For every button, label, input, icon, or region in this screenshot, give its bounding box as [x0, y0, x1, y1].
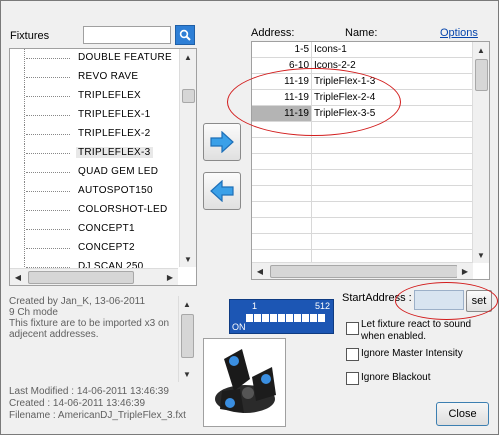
table-row-empty[interactable] — [252, 218, 472, 234]
sound-react-checkbox[interactable] — [346, 322, 359, 335]
ignore-master-intensity-label: Ignore Master Intensity — [361, 348, 463, 359]
scroll-right-icon[interactable]: ▶ — [457, 263, 473, 279]
tree-item[interactable]: CONCEPT1 — [10, 220, 178, 239]
address-header: Address: — [251, 27, 295, 39]
tree-item[interactable]: TRIPLEFLEX-2 — [10, 125, 178, 144]
search-icon — [179, 29, 191, 41]
scroll-thumb[interactable] — [181, 314, 194, 358]
table-horizontal-scrollbar[interactable]: ◀ ▶ — [252, 262, 473, 279]
scroll-down-icon[interactable]: ▼ — [180, 251, 196, 267]
scroll-thumb[interactable] — [28, 271, 134, 284]
sound-react-label: Let fixture react to sound when enabled. — [361, 319, 472, 342]
search-input[interactable] — [83, 26, 171, 44]
tree-horizontal-scrollbar[interactable]: ◀ ▶ — [10, 268, 178, 285]
tree-item[interactable]: QUAD GEM LED — [10, 163, 178, 182]
dmx-channel-indicator: 1 512 ON — [229, 299, 334, 334]
fixture-dialog: Fixtures DOUBLE FEATURE REVO RAVE TRIPLE… — [0, 0, 499, 435]
table-row-empty[interactable] — [252, 170, 472, 186]
last-modified: Last Modified : 14-06-2011 13:46:39 — [9, 386, 169, 397]
tree-item[interactable]: COLORSHOT-LED — [10, 201, 178, 220]
ignore-blackout-checkbox[interactable] — [346, 372, 359, 385]
tree-item-selected[interactable]: TRIPLEFLEX-3 — [10, 144, 178, 163]
fixture-description: Created by Jan_K, 13-06-2011 9 Ch mode T… — [9, 296, 195, 382]
table-row[interactable]: 1-5 Icons-1 — [252, 42, 472, 58]
scroll-thumb[interactable] — [270, 265, 458, 278]
table-row-empty[interactable] — [252, 138, 472, 154]
arrow-left-icon — [210, 180, 234, 202]
options-link[interactable]: Options — [440, 27, 478, 39]
scroll-thumb[interactable] — [182, 89, 195, 103]
tree-item[interactable]: REVO RAVE — [10, 68, 178, 87]
fixtures-label: Fixtures — [10, 30, 50, 42]
scroll-up-icon[interactable]: ▲ — [473, 42, 489, 58]
ignore-blackout-label: Ignore Blackout — [361, 372, 431, 383]
tree-item[interactable]: TRIPLEFLEX — [10, 87, 178, 106]
scroll-up-icon[interactable]: ▲ — [180, 49, 196, 65]
table-row-empty[interactable] — [252, 234, 472, 250]
scroll-down-icon[interactable]: ▼ — [473, 247, 489, 263]
dmx-dip-switches — [246, 314, 326, 322]
description-scrollbar[interactable]: ▲ ▼ — [178, 296, 195, 382]
filename: Filename : AmericanDJ_TripleFlex_3.fxt — [9, 410, 186, 421]
tree-item[interactable]: CONCEPT2 — [10, 239, 178, 258]
arrow-right-icon — [210, 131, 234, 153]
close-button[interactable]: Close — [436, 402, 489, 426]
tree-item[interactable]: DOUBLE FEATURE — [10, 49, 178, 68]
fixture-tree[interactable]: DOUBLE FEATURE REVO RAVE TRIPLEFLEX TRIP… — [9, 48, 197, 286]
tree-item[interactable]: TRIPLEFLEX-1 — [10, 106, 178, 125]
created-date: Created : 14-06-2011 13:46:39 — [9, 398, 146, 409]
tree-vertical-scrollbar[interactable]: ▲ ▼ — [179, 49, 196, 267]
fixture-image — [203, 338, 286, 427]
scroll-thumb[interactable] — [475, 59, 488, 91]
table-row-empty[interactable] — [252, 186, 472, 202]
annotation-oval-start-address — [395, 282, 498, 320]
scroll-left-icon[interactable]: ◀ — [10, 269, 26, 285]
scroll-right-icon[interactable]: ▶ — [162, 269, 178, 285]
scroll-down-icon[interactable]: ▼ — [179, 366, 195, 382]
add-fixture-button[interactable] — [203, 123, 241, 161]
table-vertical-scrollbar[interactable]: ▲ ▼ — [472, 42, 489, 263]
table-row-empty[interactable] — [252, 154, 472, 170]
ignore-master-intensity-checkbox[interactable] — [346, 348, 359, 361]
scroll-left-icon[interactable]: ◀ — [252, 263, 268, 279]
search-button[interactable] — [175, 25, 195, 45]
annotation-oval-rows — [227, 68, 401, 136]
scroll-up-icon[interactable]: ▲ — [179, 296, 195, 312]
table-row-empty[interactable] — [252, 202, 472, 218]
remove-fixture-button[interactable] — [203, 172, 241, 210]
tree-item[interactable]: AUTOSPOT150 — [10, 182, 178, 201]
name-header: Name: — [345, 27, 378, 39]
